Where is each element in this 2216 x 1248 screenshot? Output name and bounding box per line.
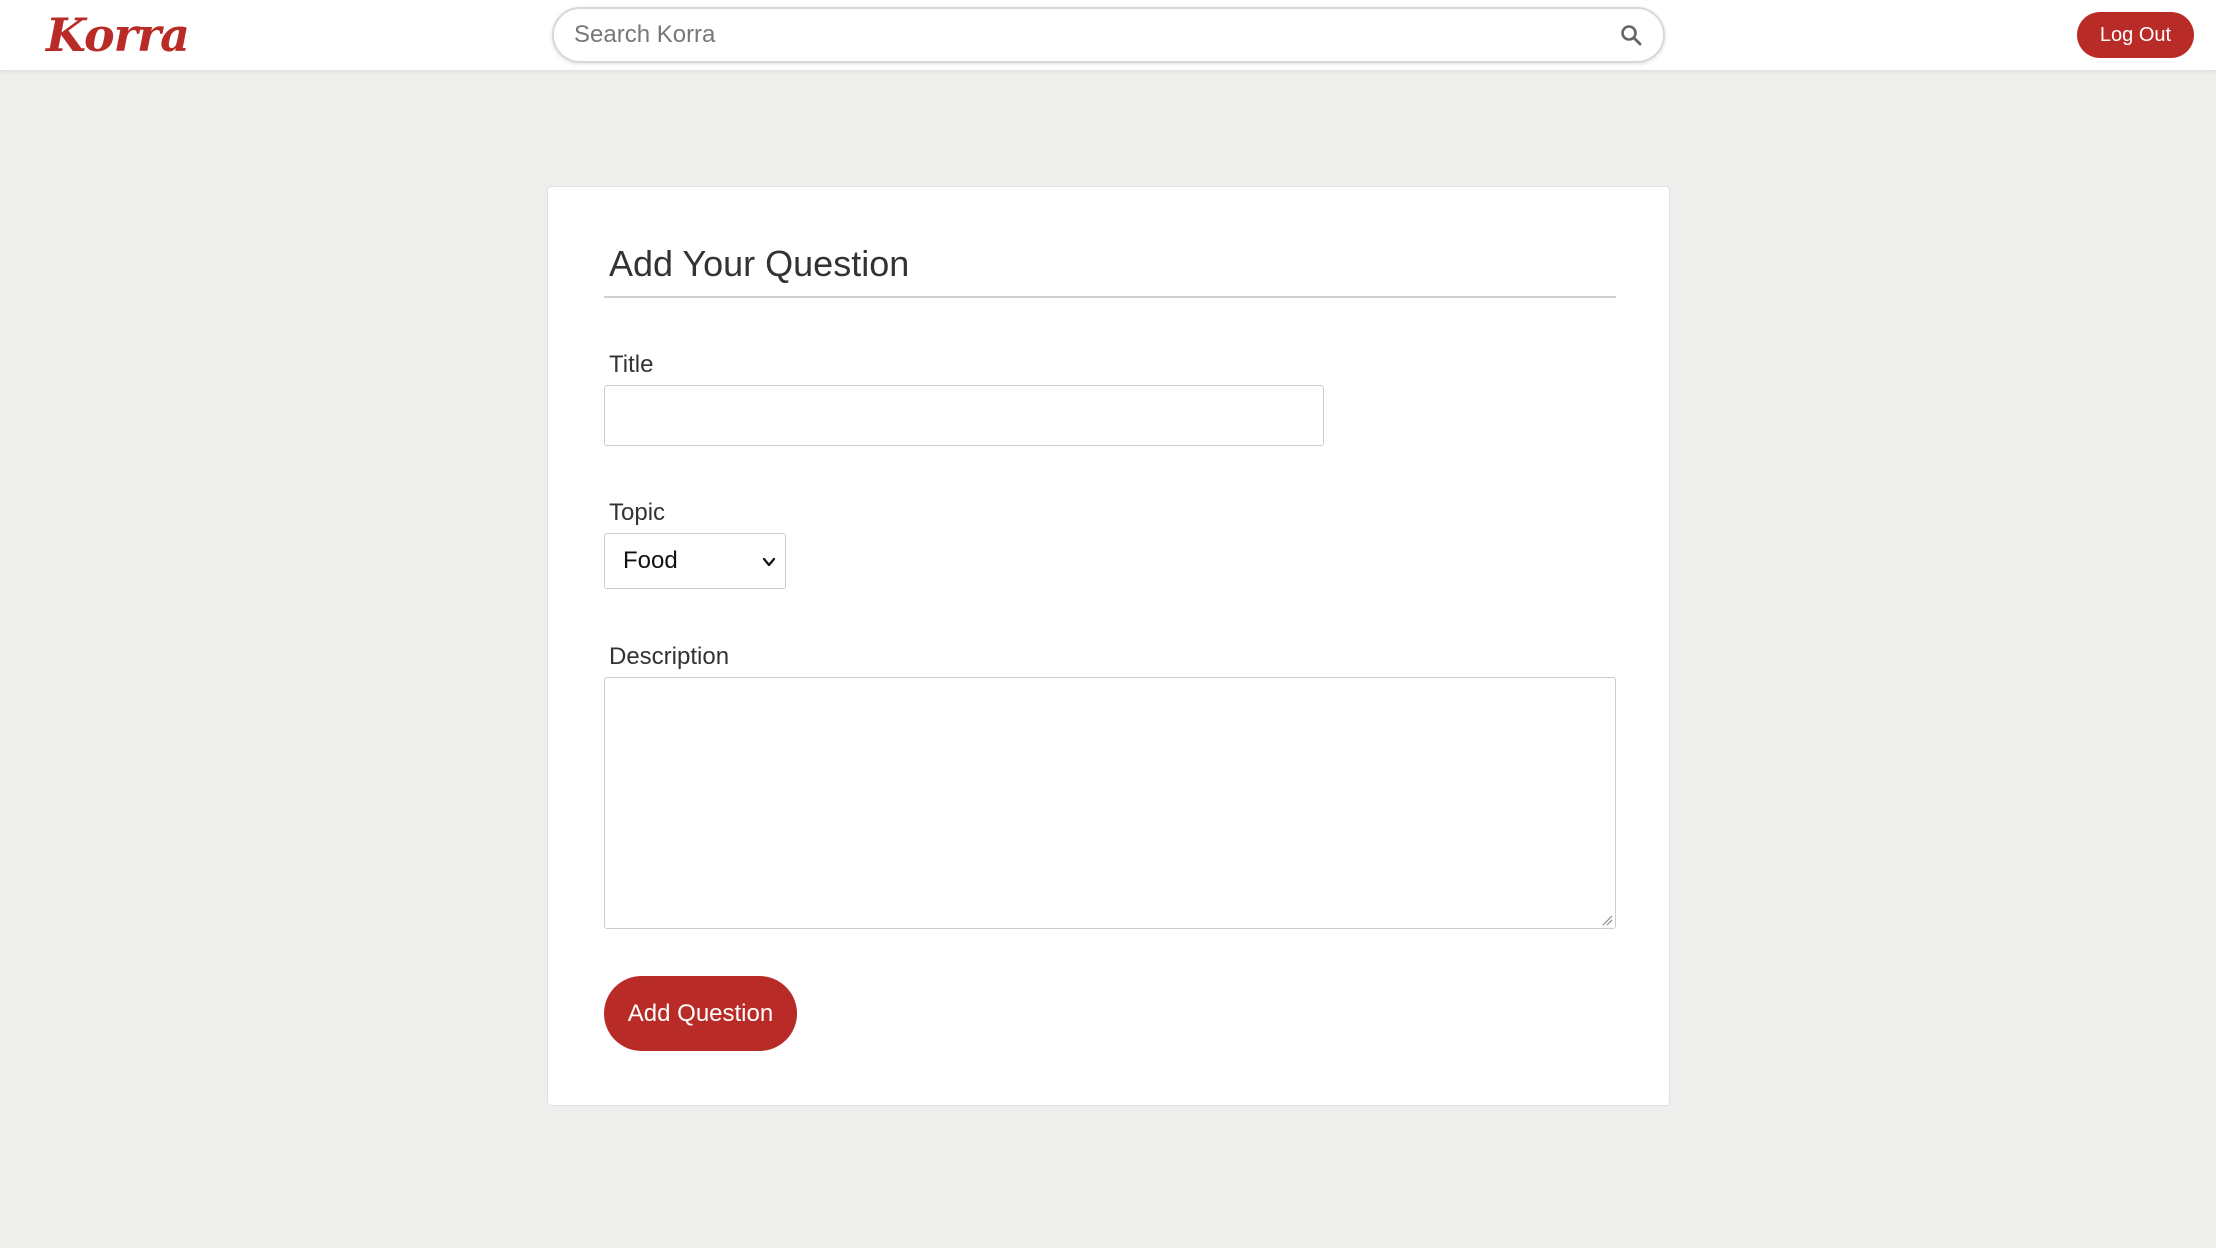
search-icon[interactable] [1619, 23, 1643, 47]
topic-select[interactable]: Food [604, 533, 786, 589]
korra-logo[interactable]: Korra [46, 4, 190, 66]
topic-label: Topic [609, 499, 666, 526]
add-question-button[interactable]: Add Question [604, 976, 797, 1051]
top-navbar: Korra Log Out [0, 0, 2216, 71]
search-bar[interactable] [552, 7, 1665, 63]
title-label: Title [609, 351, 654, 378]
add-question-card: Add Your Question Title Topic Food Descr… [547, 186, 1670, 1106]
title-divider [604, 296, 1616, 298]
page-title: Add Your Question [609, 243, 910, 284]
description-textarea[interactable] [604, 677, 1616, 929]
title-input[interactable] [604, 385, 1324, 446]
search-input[interactable] [572, 17, 1572, 53]
resize-handle-icon[interactable] [1601, 914, 1613, 926]
description-label: Description [609, 643, 730, 670]
topic-selected-value: Food [623, 547, 678, 574]
logout-button[interactable]: Log Out [2077, 12, 2194, 58]
chevron-down-icon [762, 557, 776, 567]
